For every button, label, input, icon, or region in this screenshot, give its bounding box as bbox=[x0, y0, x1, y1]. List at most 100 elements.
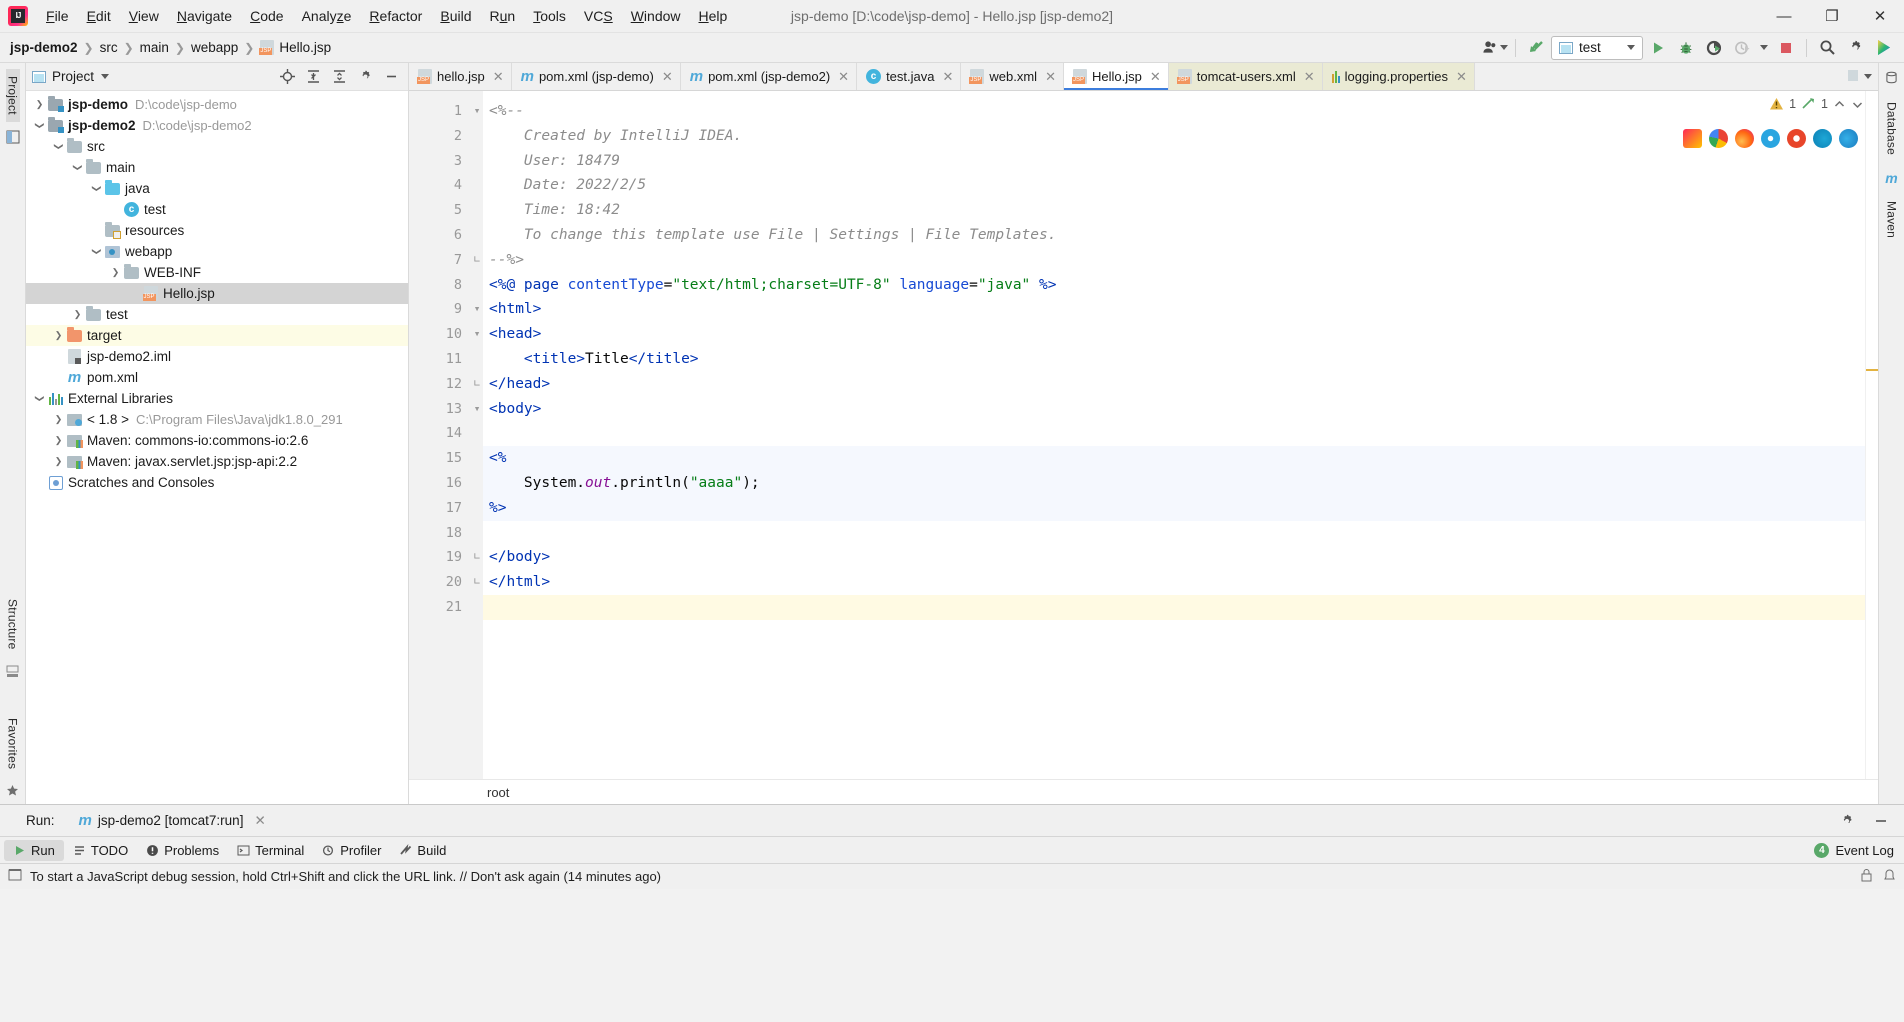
breadcrumb-item-hello-jsp[interactable]: Hello.jsp bbox=[259, 40, 331, 55]
chevron-down-icon[interactable]: ❯ bbox=[73, 160, 83, 175]
editor-tab-bar[interactable]: hello.jsp ✕ m pom.xml (jsp-demo) ✕ m pom.xml (… bbox=[409, 63, 1878, 91]
chevron-right-icon[interactable]: ❯ bbox=[108, 268, 123, 277]
menu-code[interactable]: Code bbox=[241, 4, 292, 28]
editor-tab-hello.jsp[interactable]: Hello.jsp ✕ bbox=[1063, 63, 1169, 90]
tree-node-resources[interactable]: resources bbox=[26, 220, 408, 241]
menu-refactor[interactable]: Refactor bbox=[360, 4, 431, 28]
close-icon[interactable]: ✕ bbox=[1045, 69, 1056, 85]
code-line[interactable]: <%@ page contentType = "text/html;charset=… bbox=[483, 273, 1865, 298]
rail-item-database[interactable]: Database bbox=[1885, 95, 1899, 162]
chevron-right-icon[interactable]: ❯ bbox=[32, 100, 47, 109]
tree-node-maven--commons-io-commons-io-2.6[interactable]: ❯ Maven: commons-io:commons-io:2.6 bbox=[26, 430, 408, 451]
account-icon[interactable] bbox=[1482, 36, 1508, 60]
menu-analyze[interactable]: Analyze bbox=[293, 4, 361, 28]
project-tree[interactable]: ❯ jsp-demo D:\code\jsp-demo ❯ jsp-demo2 D:\co… bbox=[26, 91, 408, 804]
maximize-button[interactable]: ❐ bbox=[1808, 0, 1856, 32]
chevron-down-icon[interactable]: ❯ bbox=[54, 139, 64, 154]
fold-end-icon[interactable]: ∟ bbox=[471, 545, 483, 570]
edge-icon[interactable] bbox=[1839, 129, 1858, 148]
code-line[interactable]: </html> bbox=[483, 570, 1865, 595]
menu-run[interactable]: Run bbox=[481, 4, 525, 28]
browser-preview-bar[interactable] bbox=[1683, 129, 1858, 148]
tree-node-jsp-demo2.iml[interactable]: jsp-demo2.iml bbox=[26, 346, 408, 367]
stripe-warning-mark[interactable] bbox=[1866, 369, 1878, 371]
gear-icon[interactable] bbox=[354, 66, 376, 88]
opera-icon[interactable] bbox=[1787, 129, 1806, 148]
tree-node-hello.jsp[interactable]: Hello.jsp bbox=[26, 283, 408, 304]
tool-window-button-terminal[interactable]: Terminal bbox=[228, 840, 313, 861]
rail-item-structure[interactable]: Structure bbox=[6, 592, 20, 657]
rail-structure-preview-icon[interactable] bbox=[6, 130, 20, 147]
code-line[interactable]: <head> bbox=[483, 322, 1865, 347]
firefox-icon[interactable] bbox=[1735, 129, 1754, 148]
minimize-button[interactable]: — bbox=[1760, 0, 1808, 32]
edge-legacy-icon[interactable] bbox=[1813, 129, 1832, 148]
menu-navigate[interactable]: Navigate bbox=[168, 4, 241, 28]
fold-start-icon[interactable]: ▾ bbox=[471, 397, 483, 422]
menu-view[interactable]: View bbox=[120, 4, 168, 28]
chevron-right-icon[interactable]: ❯ bbox=[51, 415, 66, 424]
collapse-all-icon[interactable] bbox=[328, 66, 350, 88]
close-icon[interactable]: ✕ bbox=[254, 813, 265, 829]
database-panel-icon[interactable] bbox=[1885, 71, 1898, 87]
code-line[interactable]: <title>Title</title> bbox=[483, 347, 1865, 372]
chevron-down-icon[interactable]: ❯ bbox=[92, 181, 102, 196]
tree-node-jsp-demo[interactable]: ❯ jsp-demo D:\code\jsp-demo bbox=[26, 94, 408, 115]
profiler-dropdown[interactable] bbox=[1757, 36, 1771, 60]
run-with-coverage-button[interactable] bbox=[1701, 36, 1727, 60]
menu-window[interactable]: Window bbox=[622, 4, 690, 28]
menu-tools[interactable]: Tools bbox=[524, 4, 575, 28]
code-line[interactable]: Date: 2022/2/5 bbox=[483, 173, 1865, 198]
code-line[interactable]: </head> bbox=[483, 372, 1865, 397]
tool-window-button-build[interactable]: Build bbox=[390, 840, 455, 861]
event-log-label[interactable]: Event Log bbox=[1835, 843, 1894, 858]
fold-end-icon[interactable]: ∟ bbox=[471, 372, 483, 397]
rail-item-maven[interactable]: Maven bbox=[1885, 194, 1899, 245]
tool-window-button-problems[interactable]: Problems bbox=[137, 840, 228, 861]
code-line[interactable]: <%-- bbox=[483, 99, 1865, 124]
code-line[interactable]: <body> bbox=[483, 397, 1865, 422]
fold-start-icon[interactable]: ▾ bbox=[471, 322, 483, 347]
code-line[interactable]: --%> bbox=[483, 248, 1865, 273]
profiler-button[interactable] bbox=[1729, 36, 1755, 60]
tree-node-target[interactable]: ❯ target bbox=[26, 325, 408, 346]
code-line[interactable] bbox=[483, 594, 1865, 620]
rail-item-project[interactable]: Project bbox=[5, 69, 20, 122]
rail-item-favorites[interactable]: Favorites bbox=[6, 711, 20, 776]
code-line[interactable]: User: 18479 bbox=[483, 149, 1865, 174]
breadcrumb-item-webapp[interactable]: webapp bbox=[191, 40, 238, 55]
run-button[interactable] bbox=[1645, 36, 1671, 60]
menu-edit[interactable]: Edit bbox=[78, 4, 120, 28]
code-line[interactable]: <html> bbox=[483, 297, 1865, 322]
safari-icon[interactable] bbox=[1761, 129, 1780, 148]
run-panel-tab[interactable]: m jsp-demo2 [tomcat7:run] ✕ bbox=[71, 809, 274, 832]
locate-icon[interactable] bbox=[276, 66, 298, 88]
code-line[interactable]: </body> bbox=[483, 545, 1865, 570]
chevron-right-icon[interactable]: ❯ bbox=[51, 436, 66, 445]
tool-window-button-run[interactable]: Run bbox=[4, 839, 64, 861]
tree-node-main[interactable]: ❯ main bbox=[26, 157, 408, 178]
fold-end-icon[interactable]: ∟ bbox=[471, 570, 483, 595]
menu-build[interactable]: Build bbox=[431, 4, 480, 28]
hide-panel-icon[interactable] bbox=[380, 66, 402, 88]
code-line[interactable]: %> bbox=[483, 495, 1865, 521]
close-icon[interactable]: ✕ bbox=[1304, 69, 1315, 85]
stop-button[interactable] bbox=[1773, 36, 1799, 60]
code-line[interactable] bbox=[483, 421, 1865, 446]
breadcrumb-item-main[interactable]: main bbox=[140, 40, 169, 55]
tree-node-web-inf[interactable]: ❯ WEB-INF bbox=[26, 262, 408, 283]
expand-all-icon[interactable] bbox=[302, 66, 324, 88]
editor-tab-pom.xml--jsp-demo-[interactable]: m pom.xml (jsp-demo) ✕ bbox=[511, 63, 681, 90]
run-panel-hide-icon[interactable] bbox=[1868, 809, 1894, 833]
tree-node-maven--javax.servlet.jsp-jsp-api-2.2[interactable]: ❯ Maven: javax.servlet.jsp:jsp-api:2.2 bbox=[26, 451, 408, 472]
editor-tab-tomcat-users.xml[interactable]: tomcat-users.xml ✕ bbox=[1168, 63, 1323, 90]
menu-vcs[interactable]: VCS bbox=[575, 4, 622, 28]
tree-node-src[interactable]: ❯ src bbox=[26, 136, 408, 157]
rail-bottom-icon[interactable] bbox=[6, 665, 19, 681]
settings-gear-icon[interactable] bbox=[1842, 36, 1868, 60]
status-lock-icon[interactable] bbox=[1860, 868, 1873, 885]
tree-node-webapp[interactable]: ❯ webapp bbox=[26, 241, 408, 262]
close-button[interactable]: ✕ bbox=[1856, 0, 1904, 32]
tree-node-scratches-and-consoles[interactable]: Scratches and Consoles bbox=[26, 472, 408, 493]
code-line[interactable] bbox=[483, 521, 1865, 546]
